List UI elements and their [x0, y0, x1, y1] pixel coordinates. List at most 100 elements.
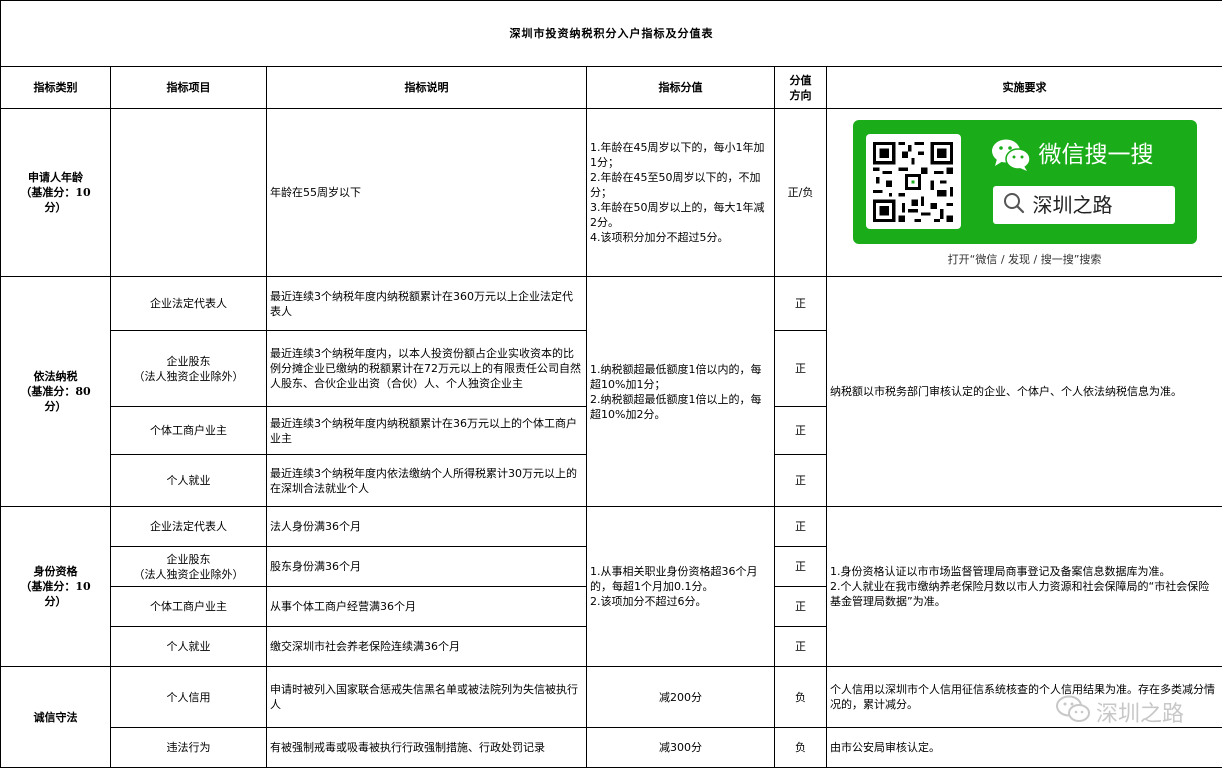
wechat-search-title-text: 微信搜一搜 — [1039, 148, 1154, 163]
category-qualification-line3: 分） — [4, 594, 107, 609]
score-qualification: 1.从事相关职业身份资格超36个月的，每超1个月加0.1分。 2.该项加分不超过… — [587, 507, 775, 667]
direction-tax-legal-rep: 正 — [775, 277, 827, 331]
item-label: 企业股东 — [114, 552, 263, 567]
item-integrity-illegal: 违法行为 — [111, 728, 267, 768]
item-age-empty — [111, 109, 267, 277]
wechat-cell: 微信搜一搜 深圳之路 打开“微信 / 发现 / 搜一搜”搜索 — [827, 109, 1222, 277]
category-qualification-line1: 身份资格 — [4, 564, 107, 579]
header-category: 指标类别 — [1, 67, 111, 109]
score-tax: 1.纳税额超最低额度1倍以内的，每超10%加1分； 2.纳税额超最低额度1倍以上… — [587, 277, 775, 507]
direction-qual-employment: 正 — [775, 627, 827, 667]
description-tax-individual-business: 最近连续3个纳税年度内纳税额累计在36万元以上的个体工商户业主 — [267, 407, 587, 455]
table-row: 申请人年龄 （基准分：10 分） 年龄在55周岁以下 1.年龄在45周岁以下的，… — [1, 109, 1222, 277]
wechat-search-box[interactable]: 深圳之路 — [993, 186, 1175, 224]
item-qual-legal-rep: 企业法定代表人 — [111, 507, 267, 547]
wechat-search-text: 深圳之路 — [1033, 198, 1113, 213]
category-tax: 依法纳税 （基准分：80 分） — [1, 277, 111, 507]
category-qualification-line2: （基准分：10 — [4, 579, 107, 594]
score-age-line: 1.年龄在45周岁以下的，每小1年加1分； — [590, 140, 771, 170]
direction-age: 正/负 — [775, 109, 827, 277]
requirement-tax: 纳税额以市税务部门审核认定的企业、个体户、个人依法纳税信息为准。 — [827, 277, 1222, 507]
description-qual-legal-rep: 法人身份满36个月 — [267, 507, 587, 547]
item-qual-individual-business: 个体工商户业主 — [111, 587, 267, 627]
item-tax-individual-business: 个体工商户业主 — [111, 407, 267, 455]
requirement-qualification-line: 2.个人就业在我市缴纳养老保险月数以市人力资源和社会保障局的“市社会保险基金管理… — [830, 579, 1219, 609]
item-label: 企业法定代表人 — [114, 296, 263, 311]
category-age: 申请人年龄 （基准分：10 分） — [1, 109, 111, 277]
points-table: 深圳市投资纳税积分入户指标及分值表 指标类别 指标项目 指标说明 指标分值 分值… — [0, 0, 1222, 768]
qr-code-icon — [866, 134, 961, 229]
description-tax-legal-rep: 最近连续3个纳税年度内纳税额累计在360万元以上企业法定代表人 — [267, 277, 587, 331]
item-tax-legal-rep: 企业法定代表人 — [111, 277, 267, 331]
score-qualification-line: 1.从事相关职业身份资格超36个月的，每超1个月加0.1分。 — [590, 564, 771, 594]
table-row: 身份资格 （基准分：10 分） 企业法定代表人 法人身份满36个月 1.从事相关… — [1, 507, 1222, 547]
description-qual-shareholder: 股东身份满36个月 — [267, 547, 587, 587]
table-row: 依法纳税 （基准分：80 分） 企业法定代表人 最近连续3个纳税年度内纳税额累计… — [1, 277, 1222, 331]
score-age-line: 4.该项积分加分不超过5分。 — [590, 230, 771, 245]
category-tax-line1: 依法纳税 — [4, 369, 107, 384]
score-tax-line: 2.纳税额超最低额度1倍以上的，每超10%加2分。 — [590, 392, 771, 422]
direction-tax-shareholder: 正 — [775, 331, 827, 407]
item-label: 个人就业 — [114, 639, 263, 654]
score-age-line: 3.年龄在50周岁以上的，每大1年减2分。 — [590, 200, 771, 230]
score-qualification-line: 2.该项加分不超过6分。 — [590, 594, 771, 609]
header-direction-line1: 分值 — [778, 73, 823, 88]
wechat-caption: 打开“微信 / 发现 / 搜一搜”搜索 — [948, 252, 1102, 267]
wechat-card[interactable]: 微信搜一搜 深圳之路 — [853, 120, 1197, 244]
header-item: 指标项目 — [111, 67, 267, 109]
category-qualification: 身份资格 （基准分：10 分） — [1, 507, 111, 667]
table-row: 违法行为 有被强制戒毒或吸毒被执行行政强制措施、行政处罚记录 减300分 负 由… — [1, 728, 1222, 768]
item-label: 企业股东 — [114, 354, 263, 369]
requirement-qualification-line: 1.身份资格认证以市市场监督管理局商事登记及备案信息数据库为准。 — [830, 564, 1219, 579]
table-title: 深圳市投资纳税积分入户指标及分值表 — [1, 1, 1222, 67]
wechat-search-promo: 微信搜一搜 深圳之路 打开“微信 / 发现 / 搜一搜”搜索 — [830, 118, 1219, 267]
item-label: 个体工商户业主 — [114, 423, 263, 438]
score-age: 1.年龄在45周岁以下的，每小1年加1分； 2.年龄在45至50周岁以下的，不加… — [587, 109, 775, 277]
item-label: 企业法定代表人 — [114, 519, 263, 534]
direction-qual-shareholder: 正 — [775, 547, 827, 587]
category-age-line1: 申请人年龄 — [4, 170, 107, 185]
wechat-watermark-icon — [1056, 695, 1090, 729]
category-age-line3: 分） — [4, 200, 107, 215]
header-direction-line2: 方向 — [778, 88, 823, 103]
score-integrity-credit: 减200分 — [587, 667, 775, 728]
header-direction: 分值 方向 — [775, 67, 827, 109]
category-tax-line3: 分） — [4, 399, 107, 414]
item-tax-shareholder: 企业股东 （法人独资企业除外） — [111, 331, 267, 407]
direction-tax-individual-business: 正 — [775, 407, 827, 455]
description-integrity-illegal: 有被强制戒毒或吸毒被执行行政强制措施、行政处罚记录 — [267, 728, 587, 768]
item-label: 个体工商户业主 — [114, 599, 263, 614]
description-tax-shareholder: 最近连续3个纳税年度内，以本人投资份额占企业实收资本的比例分摊企业已缴纳的税额累… — [267, 331, 587, 407]
description-age: 年龄在55周岁以下 — [267, 109, 587, 277]
header-description: 指标说明 — [267, 67, 587, 109]
direction-tax-employment: 正 — [775, 455, 827, 507]
watermark-text: 深圳之路 — [1096, 696, 1184, 728]
item-qual-shareholder: 企业股东 （法人独资企业除外） — [111, 547, 267, 587]
item-label: 个人就业 — [114, 473, 263, 488]
description-integrity-credit: 申请时被列入国家联合惩戒失信黑名单或被法院列为失信被执行人 — [267, 667, 587, 728]
header-requirements: 实施要求 — [827, 67, 1222, 109]
search-icon — [1003, 192, 1025, 218]
category-integrity: 诚信守法 — [1, 667, 111, 768]
description-tax-employment: 最近连续3个纳税年度内依法缴纳个人所得税累计30万元以上的在深圳合法就业个人 — [267, 455, 587, 507]
score-tax-line: 1.纳税额超最低额度1倍以内的，每超10%加1分； — [590, 362, 771, 392]
direction-integrity-credit: 负 — [775, 667, 827, 728]
direction-qual-legal-rep: 正 — [775, 507, 827, 547]
description-qual-individual-business: 从事个体工商户经营满36个月 — [267, 587, 587, 627]
item-sublabel: （法人独资企业除外） — [114, 567, 263, 582]
item-integrity-credit: 个人信用 — [111, 667, 267, 728]
direction-qual-individual-business: 正 — [775, 587, 827, 627]
requirement-integrity-illegal: 由市公安局审核认定。 — [827, 728, 1222, 768]
requirement-qualification: 1.身份资格认证以市市场监督管理局商事登记及备案信息数据库为准。 2.个人就业在… — [827, 507, 1222, 667]
description-qual-employment: 缴交深圳市社会养老保险连续满36个月 — [267, 627, 587, 667]
score-age-line: 2.年龄在45至50周岁以下的，不加分； — [590, 170, 771, 200]
score-integrity-illegal: 减300分 — [587, 728, 775, 768]
wechat-search-title: 微信搜一搜 — [991, 138, 1154, 173]
item-tax-employment: 个人就业 — [111, 455, 267, 507]
item-qual-employment: 个人就业 — [111, 627, 267, 667]
category-age-line2: （基准分：10 — [4, 185, 107, 200]
table-row: 诚信守法 个人信用 申请时被列入国家联合惩戒失信黑名单或被法院列为失信被执行人 … — [1, 667, 1222, 728]
watermark: 深圳之路 — [1056, 695, 1184, 729]
item-sublabel: （法人独资企业除外） — [114, 369, 263, 384]
category-tax-line2: （基准分：80 — [4, 384, 107, 399]
